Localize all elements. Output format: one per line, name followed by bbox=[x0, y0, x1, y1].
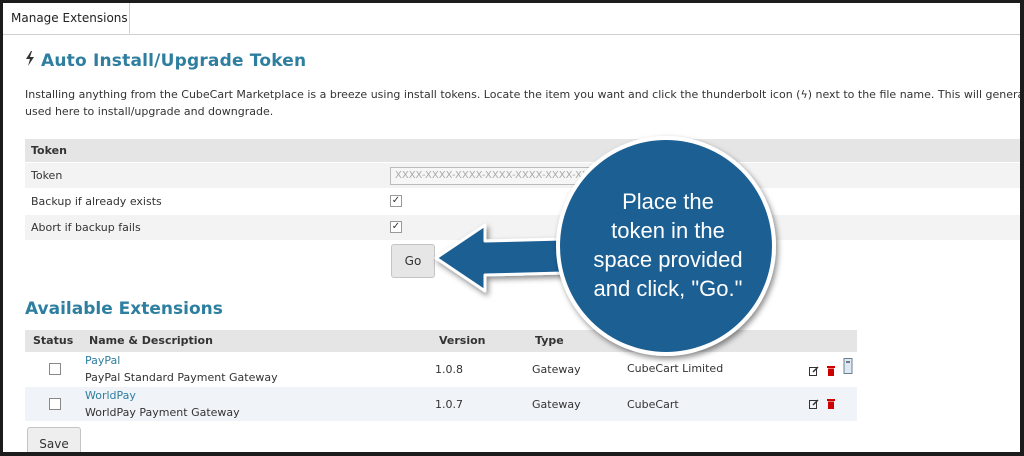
callout-overlay bbox=[434, 136, 776, 356]
callout-text: Place the token in the space provided an… bbox=[563, 187, 773, 303]
callout-line-3: space provided bbox=[593, 247, 743, 272]
page-frame: Manage Extensions Auto Install/Upgrade T… bbox=[3, 3, 1020, 452]
callout-line-2: token in the bbox=[611, 218, 725, 243]
callout-arrow bbox=[434, 223, 565, 293]
callout-line-1: Place the bbox=[622, 189, 714, 214]
callout-line-4: and click, "Go." bbox=[593, 276, 743, 301]
